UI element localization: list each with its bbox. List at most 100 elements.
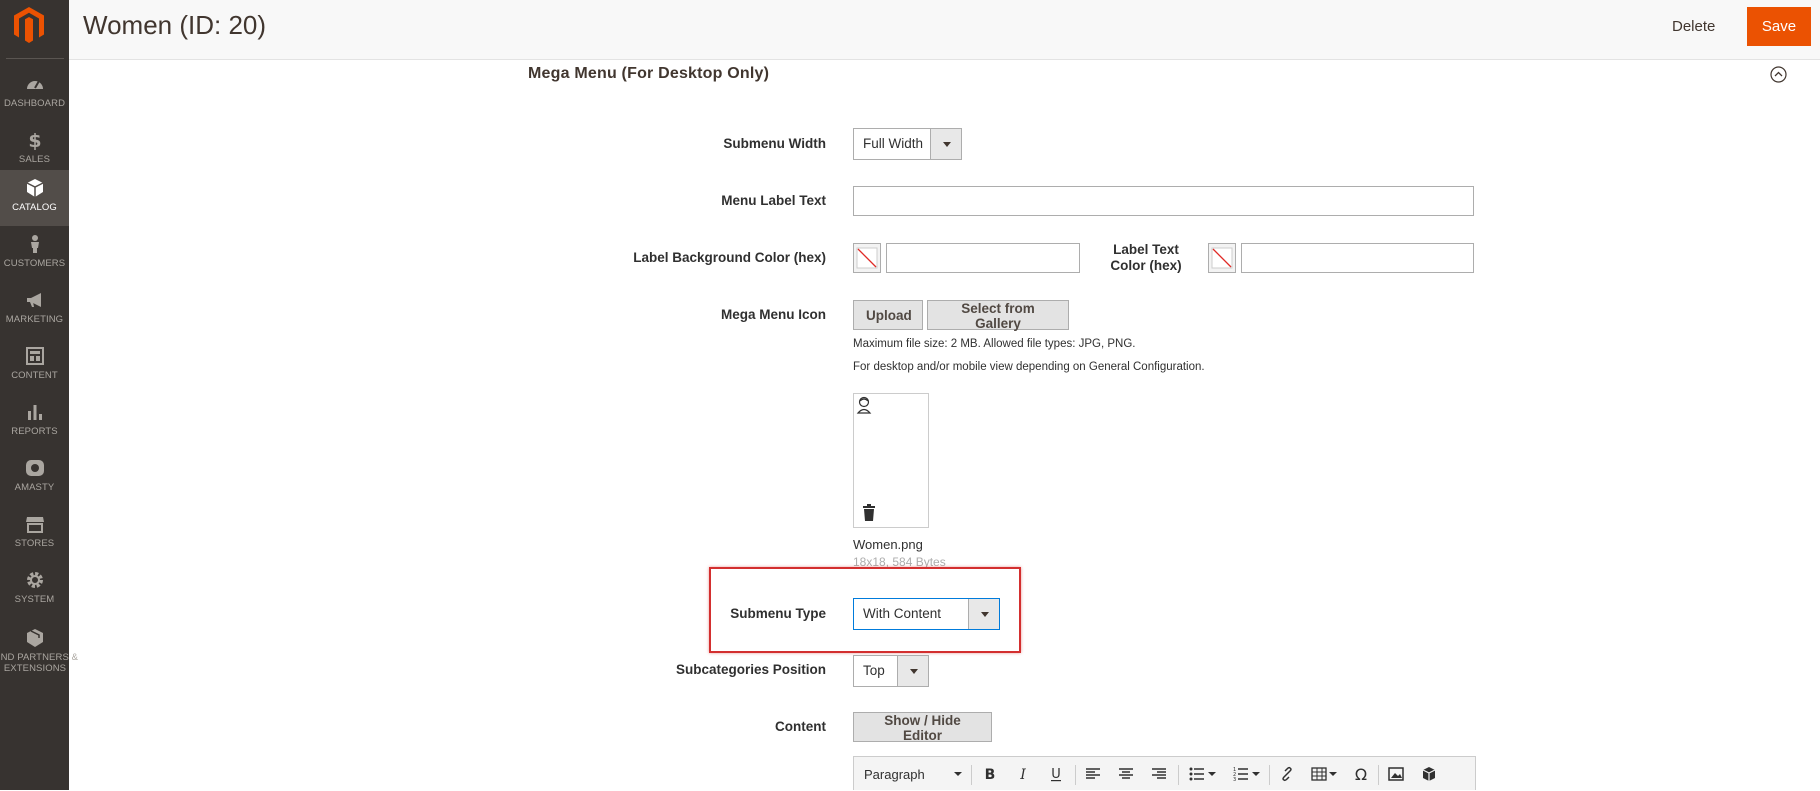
link-icon (1282, 766, 1292, 782)
format-select-value: Paragraph (864, 766, 925, 782)
bold-icon: B (985, 767, 996, 782)
sidebar-item-dashboard[interactable]: DASHBOARD (0, 66, 69, 122)
submenu-type-label: Submenu Type (730, 606, 826, 621)
bullet-list-button[interactable] (1182, 757, 1222, 791)
section-title-mega-menu[interactable]: Mega Menu (For Desktop Only) (528, 65, 769, 83)
sidebar-item-label: SALES (18, 154, 51, 165)
svg-text:U: U (1051, 767, 1061, 782)
save-button[interactable]: Save (1747, 7, 1811, 46)
admin-sidebar: DASHBOARD $ SALES CATALOG CUSTOMERS MARK… (0, 0, 78, 790)
bold-button[interactable]: B (976, 757, 1004, 791)
dollar-icon: $ (28, 130, 41, 150)
sidebar-item-stores[interactable]: STORES (0, 506, 69, 562)
submenu-type-value: With Content (863, 606, 942, 621)
chevron-down-icon (897, 656, 928, 686)
no-color-icon (856, 247, 878, 269)
sidebar-item-label: FIND PARTNERS & EXTENSIONS (0, 652, 79, 674)
sidebar-item-label: REPORTS (11, 426, 58, 437)
sidebar-item-label: SYSTEM (14, 594, 55, 605)
widget-icon (1422, 767, 1436, 781)
content-label: Content (775, 719, 826, 734)
amasty-icon (25, 460, 44, 476)
table-button[interactable] (1305, 757, 1343, 791)
numbered-list-button[interactable]: 123 (1226, 757, 1266, 791)
align-center-button[interactable] (1112, 757, 1140, 791)
sidebar-item-marketing[interactable]: MARKETING (0, 282, 69, 338)
insert-widget-button[interactable] (1415, 757, 1443, 791)
chevron-down-icon (1329, 772, 1337, 776)
label-text-color-label-line1: Label Text (1113, 242, 1179, 257)
svg-text:$: $ (28, 130, 41, 150)
person-icon (30, 235, 39, 253)
chevron-down-icon (1251, 772, 1260, 776)
sidebar-item-reports[interactable]: REPORTS (0, 394, 69, 450)
delete-button[interactable]: Delete (1656, 8, 1731, 46)
label-text-color-swatch[interactable] (1208, 243, 1236, 273)
subcategories-position-select[interactable]: Top (853, 655, 929, 687)
svg-text:3: 3 (1233, 777, 1236, 782)
toolbar-separator (1075, 765, 1076, 785)
numbered-list-icon: 123 (1233, 767, 1248, 782)
sidebar-item-system[interactable]: SYSTEM (0, 562, 69, 618)
label-text-color-label: Label Text Color (hex) (1101, 242, 1191, 274)
sidebar-item-label: AMASTY (14, 482, 55, 493)
sidebar-item-amasty[interactable]: AMASTY (0, 450, 69, 506)
align-left-button[interactable] (1079, 757, 1107, 791)
omega-icon: Ω (1355, 766, 1367, 782)
show-hide-editor-button[interactable]: Show / Hide Editor (853, 712, 992, 743)
toolbar-separator (971, 765, 972, 785)
label-bg-color-input[interactable] (886, 243, 1080, 273)
sidebar-item-content[interactable]: CONTENT (0, 338, 69, 394)
toolbar-separator (1378, 765, 1379, 785)
sidebar-item-label: CUSTOMERS (3, 258, 66, 269)
menu-label-text-input[interactable] (853, 186, 1474, 216)
dashboard-icon (26, 80, 43, 89)
svg-text:B: B (985, 767, 996, 782)
menu-label-text-label: Menu Label Text (721, 193, 826, 208)
collapse-chevron-icon[interactable] (1770, 66, 1787, 83)
image-icon (1388, 767, 1404, 781)
sidebar-item-label: DASHBOARD (3, 98, 66, 109)
submenu-type-select[interactable]: With Content (853, 598, 1000, 630)
italic-button[interactable]: I (1009, 757, 1037, 791)
sidebar-item-catalog[interactable]: CATALOG (0, 170, 69, 226)
svg-text:Ω: Ω (1355, 766, 1367, 782)
megaphone-icon (26, 293, 41, 307)
format-select[interactable]: Paragraph (858, 757, 968, 791)
no-color-icon (1211, 247, 1233, 269)
magento-logo-icon[interactable] (12, 6, 46, 44)
submenu-width-value: Full Width (863, 136, 924, 151)
subcategories-position-value: Top (863, 663, 885, 678)
sidebar-divider (6, 58, 64, 59)
sidebar-item-customers[interactable]: CUSTOMERS (0, 226, 69, 282)
box-icon (26, 179, 43, 197)
label-text-color-input[interactable] (1241, 243, 1474, 273)
align-right-button[interactable] (1145, 757, 1173, 791)
mega-menu-icon-label: Mega Menu Icon (720, 307, 826, 322)
image-preview[interactable] (853, 393, 929, 528)
table-icon (1311, 767, 1327, 781)
upload-button[interactable]: Upload (853, 300, 923, 330)
select-from-gallery-button[interactable]: Select from Gallery (927, 300, 1069, 331)
chevron-down-icon (954, 772, 962, 776)
underline-button[interactable]: U (1042, 757, 1070, 791)
italic-icon: I (1019, 767, 1026, 782)
subcategories-position-label: Subcategories Position (675, 662, 826, 677)
special-character-button[interactable]: Ω (1347, 757, 1375, 791)
editor-toolbar: Paragraph B I U 123 Ω (853, 756, 1476, 790)
align-left-icon (1086, 768, 1100, 779)
submenu-width-select[interactable]: Full Width (853, 128, 962, 160)
align-right-icon (1152, 768, 1166, 779)
submenu-width-label: Submenu Width (723, 136, 826, 151)
layout-icon (25, 347, 44, 365)
insert-image-button[interactable] (1382, 757, 1410, 791)
label-bg-color-swatch[interactable] (853, 243, 881, 273)
align-center-icon (1119, 768, 1133, 779)
sidebar-item-find-partners[interactable]: FIND PARTNERS & EXTENSIONS (0, 620, 78, 682)
trash-icon[interactable] (862, 504, 876, 521)
underline-icon: U (1051, 767, 1061, 782)
link-button[interactable] (1273, 757, 1301, 791)
woman-icon (856, 396, 872, 414)
page-header: Women (ID: 20) Delete Save (69, 0, 1820, 60)
label-text-color-label-line2: Color (hex) (1110, 258, 1182, 273)
